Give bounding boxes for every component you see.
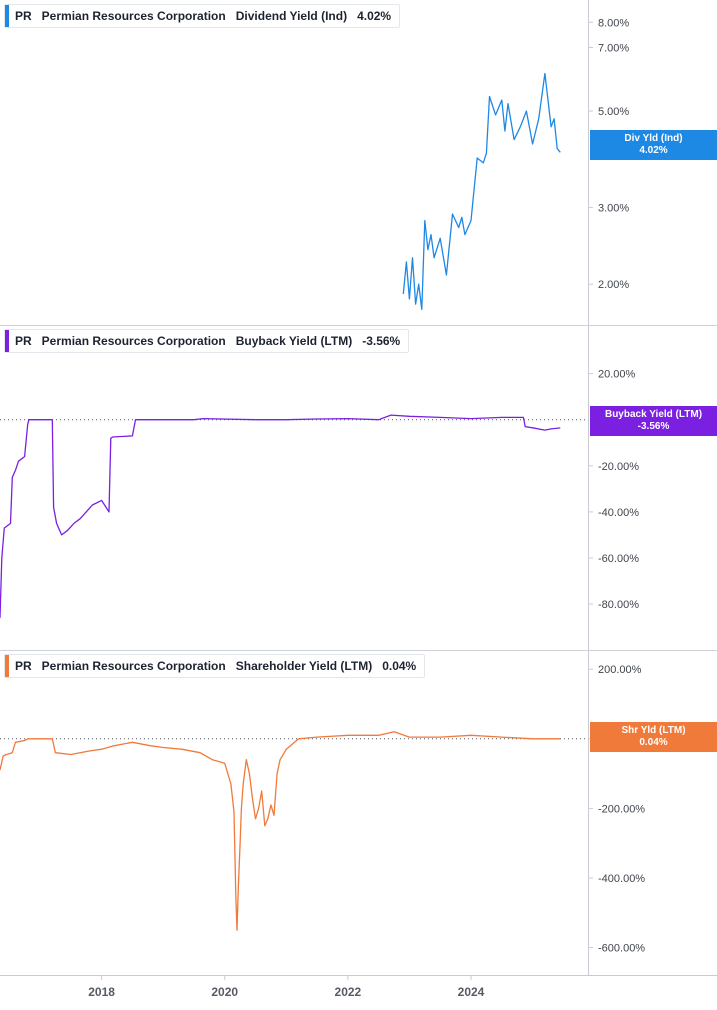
price-tag-buyback-yield: Buyback Yield (LTM) -3.56%	[590, 406, 717, 436]
legend-company: Permian Resources Corporation	[41, 9, 226, 23]
y-tick-label: -80.00%	[598, 599, 639, 611]
legend-value: -3.56%	[362, 334, 401, 348]
y-tick-label: -60.00%	[598, 553, 639, 565]
legend-metric: Buyback Yield (LTM)	[235, 334, 353, 348]
legend-color-swatch	[5, 330, 9, 352]
x-tick-label: 2020	[211, 985, 238, 999]
y-tick-label: 2.00%	[598, 279, 629, 291]
y-tick-label: -400.00%	[598, 873, 645, 885]
y-tick-label: 5.00%	[598, 106, 629, 118]
y-tick-label: 7.00%	[598, 42, 629, 54]
x-tick-label: 2022	[335, 985, 362, 999]
y-tick-label: -200.00%	[598, 803, 645, 815]
x-tick-label: 2018	[88, 985, 115, 999]
legend-dividend-yield[interactable]: PR Permian Resources Corporation Dividen…	[4, 4, 401, 28]
chart-root: 8.00% 7.00% 5.00% 3.00% 2.00% 20.00% -20.00% -4…	[0, 0, 717, 1005]
series-line	[0, 731, 561, 931]
y-tick-label: 20.00%	[598, 369, 636, 381]
series-line	[402, 72, 561, 311]
y-tick-label: 200.00%	[598, 664, 642, 676]
legend-shareholder-yield[interactable]: PR Permian Resources Corporation Shareho…	[4, 654, 426, 678]
legend-ticker: PR	[15, 334, 32, 348]
legend-metric: Shareholder Yield (LTM)	[235, 659, 373, 673]
x-tick-label: 2024	[458, 985, 485, 999]
legend-buyback-yield[interactable]: PR Permian Resources Corporation Buyback…	[4, 329, 410, 353]
legend-color-swatch	[5, 5, 9, 27]
series-line	[0, 414, 561, 618]
y-tick-label: 3.00%	[598, 203, 629, 215]
legend-metric: Dividend Yield (Ind)	[235, 9, 348, 23]
legend-color-swatch	[5, 655, 9, 677]
tag-label: Div Yld (Ind)	[624, 133, 683, 144]
y-tick-label: -600.00%	[598, 943, 645, 955]
tag-label: Buyback Yield (LTM)	[604, 409, 703, 420]
legend-company: Permian Resources Corporation	[41, 334, 226, 348]
tag-value: -3.56%	[637, 421, 670, 432]
tag-label: Shr Yld (LTM)	[621, 725, 686, 736]
y-tick-label: -20.00%	[598, 461, 639, 473]
tag-value: 4.02%	[639, 145, 668, 156]
price-tag-shareholder-yield: Shr Yld (LTM) 0.04%	[590, 722, 717, 752]
legend-value: 4.02%	[357, 9, 392, 23]
legend-company: Permian Resources Corporation	[41, 659, 226, 673]
legend-value: 0.04%	[382, 659, 417, 673]
y-tick-label: -40.00%	[598, 507, 639, 519]
price-tag-dividend-yield: Div Yld (Ind) 4.02%	[590, 130, 717, 160]
y-tick-label: 8.00%	[598, 17, 629, 29]
legend-ticker: PR	[15, 9, 32, 23]
tag-value: 0.04%	[639, 737, 668, 748]
legend-ticker: PR	[15, 659, 32, 673]
